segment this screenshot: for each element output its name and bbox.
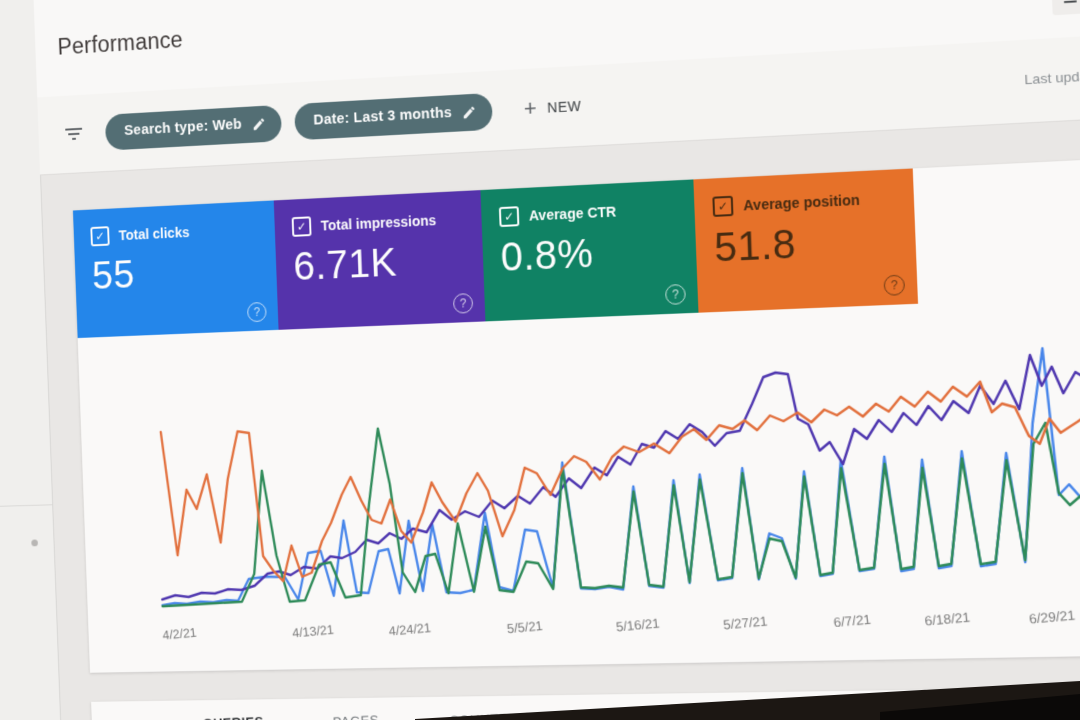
sidebar-divider: [0, 504, 53, 508]
tab-pages[interactable]: PAGES: [333, 713, 380, 720]
metric-card-label: Total clicks: [118, 224, 190, 244]
x-axis-label: 5/16/21: [615, 615, 661, 635]
metric-card-total-clicks[interactable]: ✓ Total clicks 55?: [72, 200, 279, 339]
metric-card-value: 51.8: [713, 222, 797, 271]
metric-card-value: 55: [91, 253, 136, 298]
metric-card-average-ctr[interactable]: ✓ Average CTR 0.8%?: [480, 179, 699, 322]
dimension-tabs: QUERIES PAGES COUNTRIES DEVICES SEARCH APPEA…: [91, 686, 1080, 720]
checkbox-checked-icon[interactable]: ✓: [291, 216, 312, 237]
checkbox-checked-icon[interactable]: ✓: [90, 226, 110, 247]
chart-line-total-impressions: [154, 351, 1080, 600]
x-axis-label: 5/5/21: [506, 618, 544, 637]
tab-search-appearance[interactable]: SEARCH APPEARANCE: [740, 704, 906, 720]
search-console-app: Performance Search type: Web Date: Last 3…: [0, 0, 1080, 720]
last-updated-text: Last updated: 5 hour: [1024, 64, 1080, 88]
pencil-icon: [463, 106, 475, 118]
x-axis-label: 5/27/21: [722, 613, 769, 633]
new-filter-label: NEW: [546, 97, 582, 116]
export-button[interactable]: [1051, 0, 1080, 16]
tab-countries[interactable]: COUNTRIES: [449, 710, 533, 720]
chart-line-average-position: [160, 376, 1080, 584]
metric-card-value: 0.8%: [499, 231, 595, 280]
x-axis-label: 6/18/21: [923, 609, 971, 629]
tab-queries[interactable]: QUERIES: [202, 714, 264, 720]
performance-chart-card: ✓ Total clicks 55? ✓ Total impressions 6.71K?…: [72, 156, 1080, 673]
filter-chip-date[interactable]: Date: Last 3 months: [293, 92, 493, 140]
dimension-tabs-card: QUERIES PAGES COUNTRIES DEVICES SEARCH APPEA…: [91, 686, 1080, 720]
new-filter-button[interactable]: + NEW: [517, 93, 587, 121]
metric-cards-row: ✓ Total clicks 55? ✓ Total impressions 6.71K?…: [72, 156, 1080, 339]
download-icon: [1063, 0, 1077, 3]
tab-devices[interactable]: DEVICES: [604, 709, 668, 720]
filter-chip-label: Date: Last 3 months: [313, 105, 453, 129]
x-axis-label: 6/29/21: [1028, 607, 1076, 627]
pencil-icon: [252, 117, 265, 130]
x-axis-label: 4/24/21: [387, 619, 432, 639]
help-icon[interactable]: ?: [246, 301, 267, 323]
x-axis-label: 4/13/21: [291, 621, 335, 641]
checkbox-checked-icon[interactable]: ✓: [712, 195, 734, 217]
chart-line-average-ctr: [156, 403, 1080, 606]
metric-card-average-position[interactable]: ✓ Average position 51.8?: [693, 168, 919, 313]
photo-backdrop: Performance Search type: Web Date: Last 3…: [0, 0, 1080, 720]
metric-card-value: 6.71K: [292, 240, 398, 289]
help-icon[interactable]: ?: [883, 274, 906, 296]
help-icon[interactable]: ?: [664, 283, 686, 305]
timeseries-chart: [134, 315, 1080, 617]
x-axis-label: 4/2/21: [161, 624, 198, 643]
filter-chip-label: Search type: Web: [123, 116, 243, 139]
metric-card-total-impressions[interactable]: ✓ Total impressions 6.71K?: [273, 190, 486, 330]
metric-card-label: Average CTR: [528, 203, 617, 224]
filter-chip-search-type[interactable]: Search type: Web: [104, 104, 282, 151]
filter-list-icon[interactable]: [62, 122, 85, 146]
checkbox-checked-icon[interactable]: ✓: [498, 206, 520, 228]
x-axis-label: 6/7/21: [832, 611, 872, 631]
tab-dates[interactable]: DATES: [981, 704, 1031, 720]
filter-chips: Search type: Web Date: Last 3 months: [104, 92, 493, 151]
plus-icon: +: [523, 95, 538, 121]
help-icon[interactable]: ?: [452, 293, 474, 314]
sidebar-item-icon[interactable]: [31, 539, 38, 547]
page-title: Performance: [57, 26, 184, 60]
